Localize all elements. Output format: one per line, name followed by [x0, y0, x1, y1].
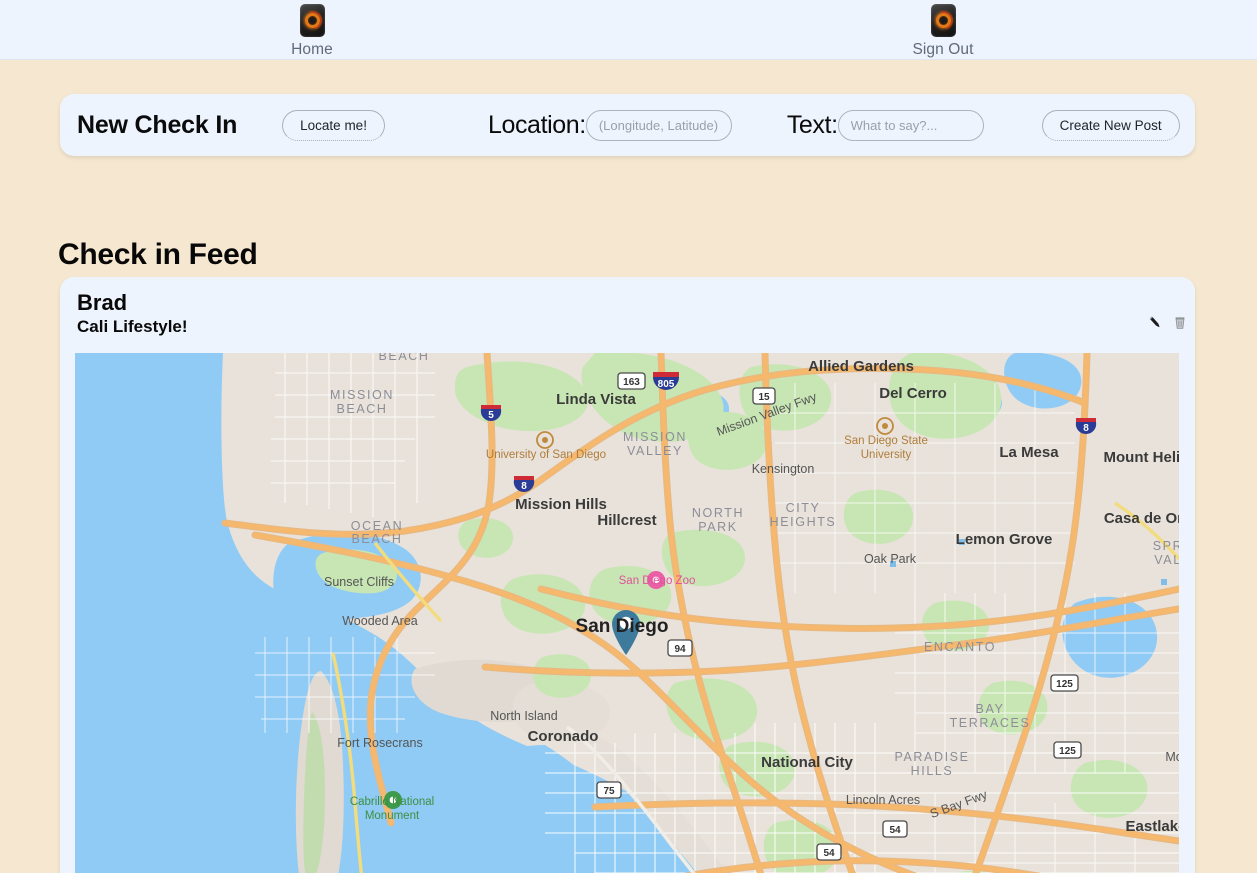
map-label-neighborhood: BEACH — [378, 353, 429, 363]
map-label-neighborhood: NORTH — [692, 506, 744, 520]
map-label-neighborhood: VAL — [1154, 553, 1179, 567]
location-input[interactable] — [585, 109, 732, 141]
svg-text:125: 125 — [1056, 679, 1073, 690]
map-label-poi: Monument — [365, 810, 420, 822]
map-label-poi: Cabrillo National — [350, 796, 434, 808]
map-label-place: Kensington — [752, 462, 815, 476]
post-text-input[interactable] — [837, 109, 984, 141]
map-canvas: 805 5 8 8 163 15 94 125 125 75 54 54 BEA… — [75, 353, 1179, 873]
map-label-neighborhood: OCEAN — [351, 519, 403, 533]
map-label-neighborhood: PARK — [698, 520, 738, 534]
svg-text:125: 125 — [1059, 746, 1076, 757]
map-label-place: Mount Helix — [1104, 449, 1180, 466]
map-label-place: Oak Park — [864, 552, 917, 566]
map-label-place: Casa de Oro — [1104, 510, 1179, 527]
map-label-neighborhood: ENCANTO — [924, 640, 996, 654]
map-label-place: Wooded Area — [342, 614, 418, 628]
map-label-poi: San Diego State — [844, 435, 928, 447]
svg-text:94: 94 — [674, 644, 686, 655]
map-label-neighborhood: HILLS — [911, 764, 954, 778]
map-label-place: Del Cerro — [879, 385, 947, 402]
post-author: Brad — [77, 290, 128, 315]
map-label-poi: University — [861, 449, 912, 461]
map-label-neighborhood: VALLEY — [627, 444, 683, 458]
map-label-neighborhood: MISSION — [623, 430, 687, 444]
post-header: Brad Cali Lifestyle! — [60, 277, 1195, 337]
map-label-place: Eastlake — [1126, 818, 1179, 835]
map-label-neighborhood: BEACH — [336, 402, 387, 416]
post-actions — [1146, 314, 1189, 332]
checkin-map[interactable]: 805 5 8 8 163 15 94 125 125 75 54 54 BEA… — [75, 353, 1179, 873]
map-label-poi: San Diego Zoo — [619, 575, 696, 587]
svg-text:163: 163 — [623, 377, 640, 388]
map-label-place: La Mesa — [999, 444, 1059, 461]
svg-text:5: 5 — [488, 410, 494, 421]
svg-text:75: 75 — [603, 786, 615, 797]
location-label: Location: — [487, 110, 586, 139]
map-label-place: Mo — [1165, 750, 1179, 764]
map-label-place: Coronado — [528, 728, 599, 745]
map-label-neighborhood: CITY — [786, 501, 821, 515]
map-label-place: National City — [761, 754, 853, 771]
map-label-place: Allied Gardens — [808, 358, 914, 375]
svg-text:15: 15 — [758, 392, 770, 403]
map-label-neighborhood: MISSION — [330, 388, 394, 402]
svg-text:54: 54 — [823, 848, 835, 859]
map-label-place: Linda Vista — [556, 391, 636, 408]
svg-text:54: 54 — [889, 825, 901, 836]
map-label-neighborhood: SPR — [1153, 539, 1179, 553]
nav-item-home-label: Home — [291, 41, 333, 58]
feed-title: Check in Feed — [58, 238, 258, 271]
text-label: Text: — [786, 110, 838, 139]
app-logo-icon — [299, 4, 325, 37]
nav-item-sign-out-label: Sign Out — [912, 41, 974, 58]
trash-icon[interactable] — [1171, 314, 1189, 332]
map-label-place: Lincoln Acres — [846, 793, 920, 807]
map-label-neighborhood: PARADISE — [894, 750, 969, 764]
map-label-neighborhood: BEACH — [351, 532, 402, 546]
map-label-place: Mission Hills — [515, 496, 607, 513]
map-label-neighborhood: TERRACES — [950, 716, 1031, 730]
map-label-place: Lemon Grove — [956, 531, 1053, 548]
svg-text:8: 8 — [521, 481, 527, 492]
nav-item-sign-out[interactable]: Sign Out — [903, 4, 983, 59]
new-checkin-title: New Check In — [77, 110, 238, 139]
map-label-poi: University of San Diego — [486, 449, 606, 461]
map-label-place: Sunset Cliffs — [324, 575, 394, 589]
app-logo-icon — [930, 4, 956, 37]
map-label-place: Hillcrest — [597, 512, 656, 529]
new-checkin-panel: New Check In Locate me! Location: Text: … — [60, 94, 1195, 156]
svg-text:8: 8 — [1083, 423, 1089, 434]
map-label-place: North Island — [490, 709, 557, 723]
create-new-post-button[interactable]: Create New Post — [1041, 109, 1180, 141]
pencil-icon[interactable] — [1146, 314, 1164, 332]
nav-item-home[interactable]: Home — [272, 4, 352, 59]
map-label-place: Fort Rosecrans — [337, 736, 422, 750]
locate-me-button[interactable]: Locate me! — [282, 109, 385, 141]
post-text: Cali Lifestyle! — [77, 316, 188, 336]
map-label-place: San Diego — [576, 616, 669, 637]
svg-text:805: 805 — [658, 379, 675, 390]
map-label-neighborhood: HEIGHTS — [770, 515, 837, 529]
map-label-neighborhood: BAY — [976, 702, 1005, 716]
feed-post-card: Brad Cali Lifestyle! 805 5 8 8 163 15 94… — [60, 277, 1195, 873]
top-navbar: Home Sign Out — [0, 0, 1257, 60]
